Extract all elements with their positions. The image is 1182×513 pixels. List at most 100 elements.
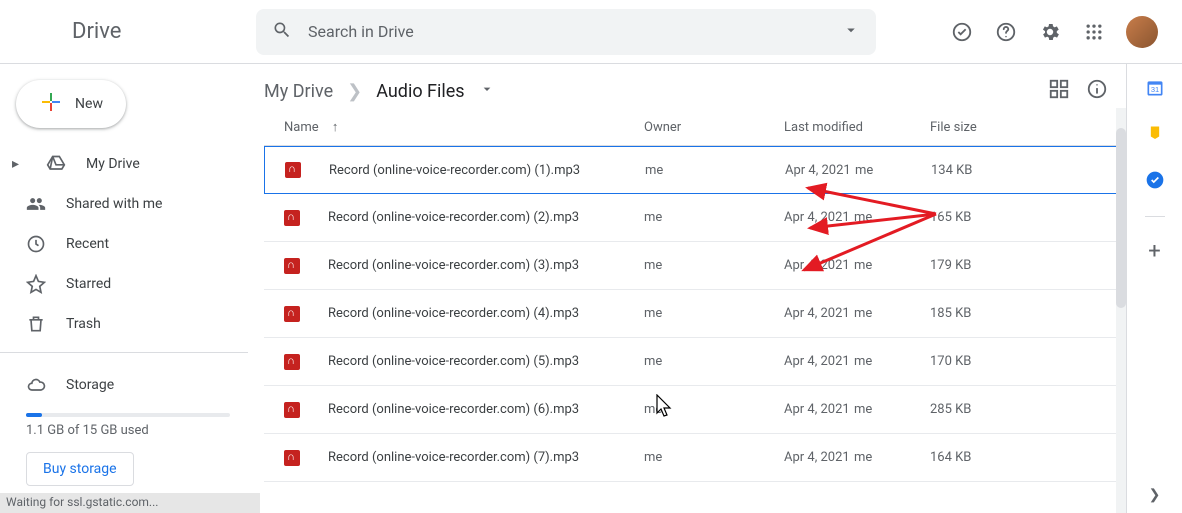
- file-name: Record (online-voice-recorder.com) (1).m…: [329, 163, 645, 178]
- info-icon[interactable]: [1086, 78, 1108, 105]
- divider: [0, 352, 248, 353]
- file-owner: me: [644, 354, 784, 369]
- file-modified: Apr 4, 2021: [784, 402, 854, 417]
- audio-file-icon: [284, 402, 300, 418]
- file-owner: me: [644, 210, 784, 225]
- calendar-icon[interactable]: 31: [1145, 78, 1165, 102]
- file-modified: Apr 4, 2021: [784, 354, 854, 369]
- file-row[interactable]: Record (online-voice-recorder.com) (4).m…: [264, 290, 1118, 338]
- nav-trash[interactable]: Trash: [0, 304, 256, 344]
- file-size: 179 KB: [930, 258, 1110, 273]
- col-name-label: Name: [284, 120, 319, 135]
- file-row[interactable]: Record (online-voice-recorder.com) (3).m…: [264, 242, 1118, 290]
- file-owner: me: [644, 306, 784, 321]
- new-button-label: New: [75, 96, 103, 112]
- col-name[interactable]: Name ↑: [284, 119, 644, 135]
- side-panel-separator: [1145, 216, 1165, 217]
- file-name: Record (online-voice-recorder.com) (3).m…: [328, 258, 644, 273]
- nav-shared[interactable]: Shared with me: [0, 184, 256, 224]
- file-modified-by: me: [855, 163, 931, 178]
- buy-storage-button[interactable]: Buy storage: [26, 452, 134, 486]
- breadcrumb-current[interactable]: Audio Files: [376, 81, 464, 102]
- file-row[interactable]: Record (online-voice-recorder.com) (7).m…: [264, 434, 1118, 482]
- chevron-right-icon: ❯: [347, 81, 362, 102]
- file-row[interactable]: Record (online-voice-recorder.com) (6).m…: [264, 386, 1118, 434]
- col-size[interactable]: File size: [930, 120, 1110, 135]
- file-modified: Apr 4, 2021: [784, 210, 854, 225]
- file-modified-by: me: [854, 210, 930, 225]
- settings-icon[interactable]: [1038, 20, 1062, 44]
- cloud-icon: [26, 375, 46, 395]
- plus-icon: [39, 90, 63, 118]
- keep-icon[interactable]: [1145, 124, 1165, 148]
- file-row[interactable]: Record (online-voice-recorder.com) (5).m…: [264, 338, 1118, 386]
- file-modified-by: me: [854, 402, 930, 417]
- file-name: Record (online-voice-recorder.com) (2).m…: [328, 210, 644, 225]
- nav-recent[interactable]: Recent: [0, 224, 256, 264]
- account-avatar[interactable]: [1126, 16, 1158, 48]
- audio-file-icon: [284, 450, 300, 466]
- search-dropdown-icon[interactable]: [842, 21, 860, 43]
- search-placeholder: Search in Drive: [308, 22, 842, 41]
- help-icon[interactable]: [994, 20, 1018, 44]
- app-header: Drive Search in Drive: [0, 0, 1182, 64]
- nav-label: Starred: [66, 276, 111, 292]
- file-name: Record (online-voice-recorder.com) (4).m…: [328, 306, 644, 321]
- col-modified[interactable]: Last modified: [784, 120, 930, 135]
- storage-bar: [26, 413, 230, 417]
- file-size: 134 KB: [931, 163, 1109, 178]
- file-owner: me: [644, 402, 784, 417]
- main-content: My Drive ❯ Audio Files Name ↑ Owner Last: [256, 64, 1126, 513]
- nav-my-drive[interactable]: ▸ My Drive: [0, 144, 256, 184]
- nav-label: My Drive: [86, 156, 140, 172]
- file-modified-by: me: [854, 354, 930, 369]
- file-modified: Apr 4, 2021: [784, 258, 854, 273]
- sidebar: New ▸ My Drive Shared with me Recent: [0, 64, 256, 513]
- trash-icon: [26, 314, 46, 334]
- search-icon: [272, 20, 292, 44]
- breadcrumb-root[interactable]: My Drive: [264, 81, 333, 102]
- expand-icon[interactable]: ▸: [12, 156, 22, 172]
- audio-file-icon: [284, 210, 300, 226]
- collapse-panel-icon[interactable]: ❯: [1149, 487, 1161, 503]
- scrollbar[interactable]: [1116, 108, 1126, 513]
- new-button[interactable]: New: [16, 80, 126, 128]
- file-modified: Apr 4, 2021: [785, 163, 855, 178]
- tasks-icon[interactable]: [1145, 170, 1165, 194]
- status-bar: Waiting for ssl.gstatic.com...: [0, 493, 260, 513]
- audio-file-icon: [284, 354, 300, 370]
- audio-file-icon: [284, 306, 300, 322]
- column-headers: Name ↑ Owner Last modified File size: [264, 119, 1118, 146]
- file-modified-by: me: [854, 306, 930, 321]
- search-bar[interactable]: Search in Drive: [256, 9, 876, 55]
- file-name: Record (online-voice-recorder.com) (6).m…: [328, 402, 644, 417]
- logo-area[interactable]: Drive: [16, 19, 256, 44]
- file-owner: me: [644, 450, 784, 465]
- grid-view-icon[interactable]: [1048, 78, 1070, 105]
- storage-text: 1.1 GB of 15 GB used: [0, 423, 256, 438]
- file-name: Record (online-voice-recorder.com) (5).m…: [328, 354, 644, 369]
- file-owner: me: [645, 163, 785, 178]
- nav-label: Recent: [66, 236, 109, 252]
- file-row[interactable]: Record (online-voice-recorder.com) (1).m…: [264, 146, 1118, 194]
- sort-ascending-icon[interactable]: ↑: [332, 120, 339, 135]
- apps-icon[interactable]: [1082, 20, 1106, 44]
- file-row[interactable]: Record (online-voice-recorder.com) (2).m…: [264, 194, 1118, 242]
- clock-icon: [26, 234, 46, 254]
- nav-storage[interactable]: Storage: [0, 365, 256, 405]
- col-owner[interactable]: Owner: [644, 120, 784, 135]
- header-actions: [950, 16, 1166, 48]
- nav-starred[interactable]: Starred: [0, 264, 256, 304]
- add-addon-icon[interactable]: +: [1148, 239, 1160, 264]
- nav-label: Trash: [66, 316, 101, 332]
- ready-offline-icon[interactable]: [950, 20, 974, 44]
- file-name: Record (online-voice-recorder.com) (7).m…: [328, 450, 644, 465]
- logo-text: Drive: [72, 19, 121, 44]
- audio-file-icon: [284, 258, 300, 274]
- storage-label: Storage: [66, 377, 114, 393]
- drive-icon: [46, 154, 66, 174]
- file-modified-by: me: [854, 450, 930, 465]
- folder-dropdown-icon[interactable]: [479, 81, 495, 102]
- file-size: 164 KB: [930, 450, 1110, 465]
- people-icon: [26, 194, 46, 214]
